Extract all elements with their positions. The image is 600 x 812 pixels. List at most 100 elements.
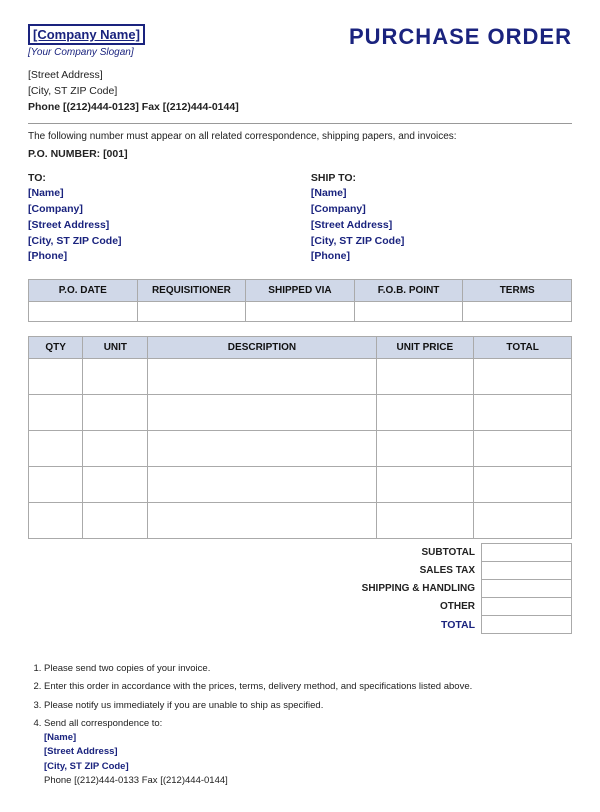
unit-cell-3[interactable] xyxy=(83,467,148,503)
col-fob-point: F.O.B. POINT xyxy=(354,280,463,302)
totals-table: SUBTOTAL SALES TAX SHIPPING & HANDLING O… xyxy=(322,543,572,634)
col-requisitioner: REQUISITIONER xyxy=(137,280,246,302)
total-cell-4[interactable] xyxy=(474,503,572,539)
qty-cell-0[interactable] xyxy=(29,359,83,395)
to-company: [Company] xyxy=(28,202,289,218)
col-po-date: P.O. DATE xyxy=(29,280,138,302)
po-number: P.O. NUMBER: [001] xyxy=(28,148,572,160)
table-row xyxy=(29,503,572,539)
unit-cell-4[interactable] xyxy=(83,503,148,539)
to-ship-grid: TO: [Name] [Company] [Street Address] [C… xyxy=(28,172,572,265)
price-cell-4[interactable] xyxy=(376,503,474,539)
fob-point-cell[interactable] xyxy=(354,302,463,322)
desc-cell-1[interactable] xyxy=(148,395,376,431)
desc-cell-0[interactable] xyxy=(148,359,376,395)
to-section: TO: [Name] [Company] [Street Address] [C… xyxy=(28,172,289,265)
col-unit-price: UNIT PRICE xyxy=(376,337,474,359)
divider xyxy=(28,123,572,124)
ship-to-company: [Company] xyxy=(311,202,572,218)
col-terms: TERMS xyxy=(463,280,572,302)
total-value[interactable] xyxy=(482,616,572,634)
qty-cell-4[interactable] xyxy=(29,503,83,539)
sales-tax-row: SALES TAX xyxy=(322,562,572,580)
total-cell-1[interactable] xyxy=(474,395,572,431)
to-street: [Street Address] xyxy=(28,218,289,234)
to-label: TO: xyxy=(28,172,289,184)
qty-cell-2[interactable] xyxy=(29,431,83,467)
term-2: Enter this order in accordance with the … xyxy=(44,680,572,694)
price-cell-1[interactable] xyxy=(376,395,474,431)
table-row xyxy=(29,359,572,395)
page-header: [Company Name] [Your Company Slogan] PUR… xyxy=(28,24,572,58)
to-phone: [Phone] xyxy=(28,249,289,265)
ship-to-section: SHIP TO: [Name] [Company] [Street Addres… xyxy=(311,172,572,265)
ship-to-name: [Name] xyxy=(311,186,572,202)
term-4-text: Send all correspondence to: xyxy=(44,718,162,729)
table-row xyxy=(29,431,572,467)
unit-cell-1[interactable] xyxy=(83,395,148,431)
total-cell-2[interactable] xyxy=(474,431,572,467)
desc-cell-4[interactable] xyxy=(148,503,376,539)
company-slogan: [Your Company Slogan] xyxy=(28,47,145,58)
contact-name: [Name] xyxy=(44,732,76,743)
price-cell-0[interactable] xyxy=(376,359,474,395)
desc-cell-2[interactable] xyxy=(148,431,376,467)
shipped-via-cell[interactable] xyxy=(246,302,355,322)
phone-fax: Phone [(212)444-0123] Fax [(212)444-0144… xyxy=(28,100,572,116)
col-qty: QTY xyxy=(29,337,83,359)
col-unit: UNIT xyxy=(83,337,148,359)
company-info: [Company Name] [Your Company Slogan] xyxy=(28,24,145,58)
desc-cell-3[interactable] xyxy=(148,467,376,503)
total-cell-3[interactable] xyxy=(474,467,572,503)
sales-tax-label: SALES TAX xyxy=(322,562,482,580)
qty-cell-1[interactable] xyxy=(29,395,83,431)
total-cell-0[interactable] xyxy=(474,359,572,395)
ship-to-phone: [Phone] xyxy=(311,249,572,265)
col-shipped-via: SHIPPED VIA xyxy=(246,280,355,302)
street-address: [Street Address] xyxy=(28,68,572,84)
to-city: [City, ST ZIP Code] xyxy=(28,234,289,250)
price-cell-3[interactable] xyxy=(376,467,474,503)
table-row xyxy=(29,395,572,431)
subtotal-value[interactable] xyxy=(482,544,572,562)
company-address: [Street Address] [City, ST ZIP Code] Pho… xyxy=(28,68,572,115)
col-total: TOTAL xyxy=(474,337,572,359)
to-name: [Name] xyxy=(28,186,289,202)
ship-to-city: [City, ST ZIP Code] xyxy=(311,234,572,250)
total-label: TotAL xyxy=(322,616,482,634)
terms-list: Please send two copies of your invoice. … xyxy=(28,662,572,788)
other-label: OTHER xyxy=(322,598,482,616)
unit-cell-0[interactable] xyxy=(83,359,148,395)
contact-street: [Street Address] xyxy=(44,746,118,757)
table-row xyxy=(29,467,572,503)
subtotal-label: SUBTOTAL xyxy=(322,544,482,562)
shipping-value[interactable] xyxy=(482,580,572,598)
terms-cell[interactable] xyxy=(463,302,572,322)
po-date-cell[interactable] xyxy=(29,302,138,322)
unit-cell-2[interactable] xyxy=(83,431,148,467)
total-row: TotAL xyxy=(322,616,572,634)
shipping-label: SHIPPING & HANDLING xyxy=(322,580,482,598)
term-3: Please notify us immediately if you are … xyxy=(44,699,572,713)
qty-cell-3[interactable] xyxy=(29,467,83,503)
page-title: PURCHASE ORDER xyxy=(349,24,572,50)
contact-phone-fax: Phone [(212)444-0133 Fax [(212)444-0144] xyxy=(44,775,228,786)
line-items-table: QTY UNIT DESCRIPTION UNIT PRICE TOTAL xyxy=(28,336,572,539)
term-1: Please send two copies of your invoice. xyxy=(44,662,572,676)
price-cell-2[interactable] xyxy=(376,431,474,467)
company-name: [Company Name] xyxy=(28,24,145,45)
ship-to-street: [Street Address] xyxy=(311,218,572,234)
po-info-table: P.O. DATE REQUISITIONER SHIPPED VIA F.O.… xyxy=(28,279,572,322)
requisitioner-cell[interactable] xyxy=(137,302,246,322)
notice-text: The following number must appear on all … xyxy=(28,130,572,144)
contact-city: [City, ST ZIP Code] xyxy=(44,761,129,772)
table-row xyxy=(29,302,572,322)
shipping-row: SHIPPING & HANDLING xyxy=(322,580,572,598)
term-4: Send all correspondence to: [Name] [Stre… xyxy=(44,717,572,788)
sales-tax-value[interactable] xyxy=(482,562,572,580)
terms-section: Please send two copies of your invoice. … xyxy=(28,662,572,788)
col-description: DESCRIPTION xyxy=(148,337,376,359)
ship-to-label: SHIP TO: xyxy=(311,172,572,184)
other-row: OTHER xyxy=(322,598,572,616)
other-value[interactable] xyxy=(482,598,572,616)
